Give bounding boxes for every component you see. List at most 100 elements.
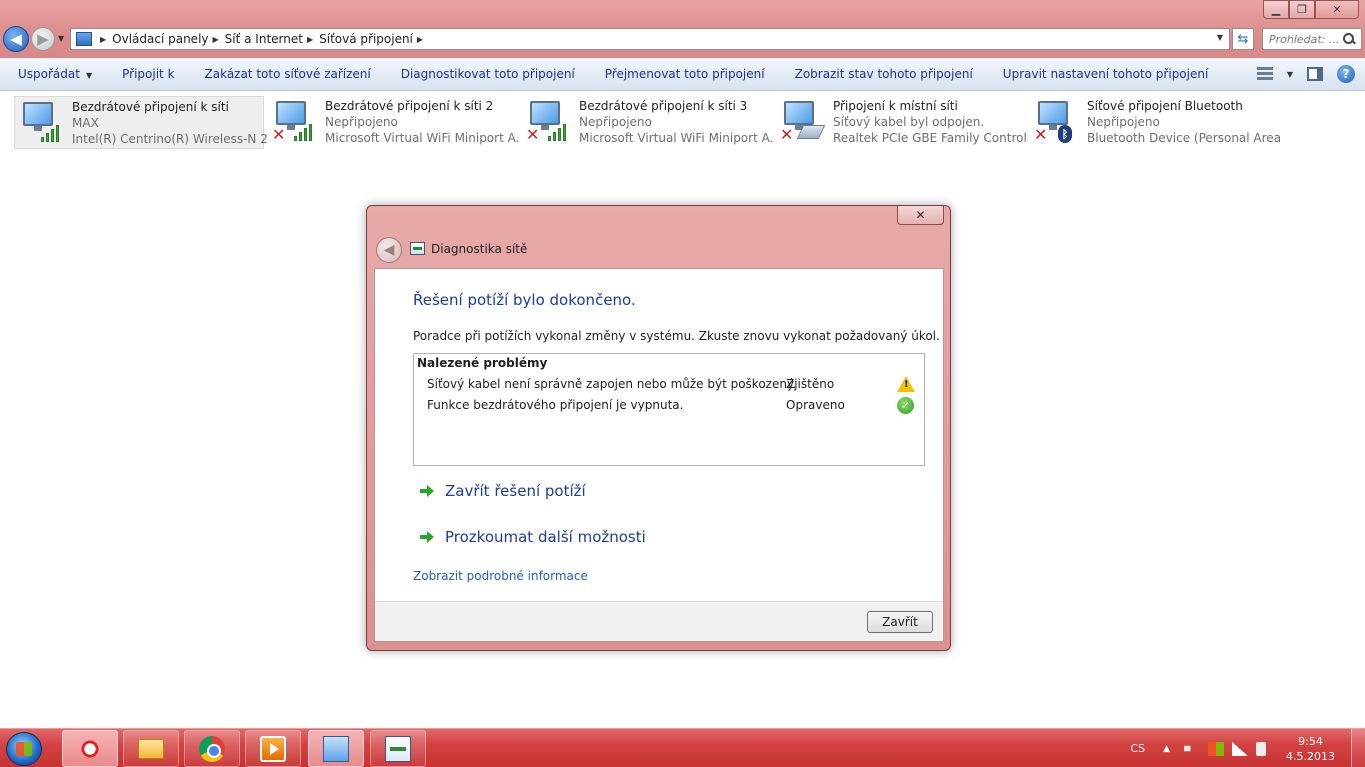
taskbar-explorer[interactable] bbox=[123, 730, 179, 767]
clock-time: 9:54 bbox=[1298, 734, 1323, 748]
connection-item-bluetooth[interactable]: ᛒ ✕ Síťové připojení Bluetooth Nepřipoje… bbox=[1030, 96, 1282, 149]
start-button[interactable] bbox=[6, 732, 42, 766]
organize-label: Uspořádat bbox=[18, 67, 80, 81]
taskbar-network-diagnostics[interactable] bbox=[370, 730, 426, 767]
network-icon[interactable] bbox=[1232, 741, 1249, 756]
green-arrow-icon bbox=[420, 485, 434, 497]
explorer-icon bbox=[138, 738, 164, 759]
chevron-down-icon[interactable]: ▼ bbox=[1217, 33, 1223, 42]
diagnose-connection-button[interactable]: Diagnostikovat toto připojení bbox=[386, 67, 590, 81]
problem-row: Funkce bezdrátového připojení je vypnuta… bbox=[427, 397, 922, 418]
window-titlebar: ▁ ❐ ✕ ◀ ▶ ▼ ▶ Ovládací panely ▶ Síť a In… bbox=[0, 0, 1365, 58]
speaker-icon[interactable] bbox=[1184, 741, 1197, 756]
views-icon[interactable] bbox=[1256, 67, 1273, 81]
clock-date: 4.5.2013 bbox=[1286, 749, 1335, 763]
breadcrumb-network-connections[interactable]: Síťová připojení bbox=[319, 32, 413, 46]
network-diagnostics-dialog: ✕ ◀ Diagnostika sítě Řešení potíží bylo … bbox=[366, 205, 951, 651]
network-diagnostics-icon bbox=[410, 242, 425, 255]
taskbar: CS ▲ 9:54 4.5.2013 bbox=[0, 728, 1365, 767]
disable-device-button[interactable]: Zakázat toto síťové zařízení bbox=[190, 67, 386, 81]
maximize-button[interactable]: ❐ bbox=[1289, 0, 1315, 19]
show-hidden-icons-button[interactable]: ▲ bbox=[1163, 744, 1170, 754]
chevron-right-icon[interactable]: ▶ bbox=[213, 35, 219, 44]
organize-menu[interactable]: Uspořádat ▼ bbox=[0, 67, 107, 81]
close-troubleshooter-label: Zavřít řešení potíží bbox=[445, 482, 586, 500]
connection-name: Síťové připojení Bluetooth bbox=[1087, 99, 1243, 113]
explore-options-label: Prozkoumat další možnosti bbox=[445, 528, 646, 546]
check-icon: ✓ bbox=[897, 397, 914, 414]
dialog-content: Řešení potíží bylo dokončeno. Poradce př… bbox=[374, 268, 944, 642]
problem-row: Síťový kabel není správně zapojen nebo m… bbox=[427, 376, 922, 397]
taskbar-snipping-tool[interactable] bbox=[62, 730, 118, 767]
wireless-icon: ✕ bbox=[272, 99, 314, 143]
connection-item-local-area[interactable]: ✕ Připojení k místní síti Síťový kabel b… bbox=[776, 96, 1028, 149]
search-input[interactable] bbox=[1269, 32, 1343, 46]
dialog-close-button[interactable]: ✕ bbox=[897, 206, 944, 225]
command-bar-tools: ▼ ? bbox=[1256, 65, 1355, 83]
connection-status: Síťový kabel byl odpojen. bbox=[833, 115, 985, 129]
chevron-right-icon[interactable]: ▶ bbox=[100, 35, 106, 44]
control-panel-icon bbox=[323, 735, 349, 762]
forward-button[interactable]: ▶ bbox=[31, 27, 55, 51]
rename-connection-button[interactable]: Přejmenovat toto připojení bbox=[590, 67, 780, 81]
connection-status: Nepřipojeno bbox=[579, 115, 652, 129]
breadcrumb-control-panel[interactable]: Ovládací panely bbox=[112, 32, 208, 46]
dialog-title: Diagnostika sítě bbox=[431, 242, 528, 256]
taskbar-control-panel[interactable] bbox=[308, 730, 364, 767]
chevron-down-icon[interactable]: ▼ bbox=[1287, 70, 1293, 79]
connection-name: Bezdrátové připojení k síti bbox=[72, 100, 229, 114]
address-bar[interactable]: ▶ Ovládací panely ▶ Síť a Internet ▶ Síť… bbox=[70, 28, 1230, 50]
close-troubleshooter-link[interactable]: Zavřít řešení potíží bbox=[420, 482, 586, 500]
dialog-back-button[interactable]: ◀ bbox=[376, 237, 402, 263]
warning-icon bbox=[897, 376, 915, 392]
window-controls: ▁ ❐ ✕ bbox=[1263, 0, 1359, 19]
refresh-icon: ⇆ bbox=[1237, 31, 1249, 47]
view-status-button[interactable]: Zobrazit stav tohoto připojení bbox=[780, 67, 988, 81]
taskbar-media-player[interactable] bbox=[245, 730, 301, 767]
chevron-right-icon[interactable]: ▶ bbox=[417, 35, 423, 44]
green-arrow-icon bbox=[420, 531, 434, 543]
wireless-icon bbox=[19, 100, 61, 144]
connection-status: Nepřipojeno bbox=[1087, 115, 1160, 129]
connection-item-wireless-2[interactable]: ✕ Bezdrátové připojení k síti 2 Nepřipoj… bbox=[268, 96, 520, 149]
close-button[interactable]: ✕ bbox=[1315, 0, 1359, 19]
system-tray: CS ▲ 9:54 4.5.2013 bbox=[1130, 729, 1365, 767]
problem-text: Síťový kabel není správně zapojen nebo m… bbox=[427, 377, 797, 391]
view-details-link[interactable]: Zobrazit podrobné informace bbox=[413, 569, 588, 583]
action-center-icon[interactable] bbox=[1208, 741, 1225, 756]
recent-pages-dropdown[interactable]: ▼ bbox=[58, 34, 64, 43]
preview-pane-icon[interactable] bbox=[1307, 67, 1323, 81]
control-panel-icon bbox=[76, 32, 92, 46]
chevron-down-icon: ▼ bbox=[85, 71, 93, 80]
close-dialog-button[interactable]: Zavřít bbox=[867, 611, 933, 633]
dialog-heading: Řešení potíží bylo dokončeno. bbox=[413, 291, 636, 309]
show-desktop-button[interactable] bbox=[1351, 729, 1365, 767]
search-box[interactable] bbox=[1262, 28, 1362, 50]
breadcrumb-network-internet[interactable]: Síť a Internet bbox=[225, 32, 303, 46]
explore-options-link[interactable]: Prozkoumat další možnosti bbox=[420, 528, 646, 546]
taskbar-chrome[interactable] bbox=[184, 730, 240, 767]
search-icon[interactable] bbox=[1343, 33, 1355, 45]
back-button[interactable]: ◀ bbox=[3, 26, 29, 52]
refresh-button[interactable]: ⇆ bbox=[1232, 28, 1254, 50]
language-indicator[interactable]: CS bbox=[1130, 742, 1145, 755]
battery-icon[interactable] bbox=[1256, 741, 1267, 756]
minimize-button[interactable]: ▁ bbox=[1263, 0, 1289, 19]
connect-to-button[interactable]: Připojit k bbox=[107, 67, 189, 81]
change-settings-button[interactable]: Upravit nastavení tohoto připojení bbox=[988, 67, 1224, 81]
connection-item-wireless[interactable]: Bezdrátové připojení k síti MAX Intel(R)… bbox=[14, 96, 267, 149]
ethernet-icon: ✕ bbox=[780, 99, 826, 143]
snipping-tool-icon bbox=[77, 735, 103, 762]
help-icon[interactable]: ? bbox=[1337, 65, 1355, 83]
problem-status: Zjištěno bbox=[786, 377, 835, 391]
clock[interactable]: 9:54 4.5.2013 bbox=[1286, 734, 1335, 764]
arrow-left-icon: ◀ bbox=[383, 242, 395, 258]
connection-item-wireless-3[interactable]: ✕ Bezdrátové připojení k síti 3 Nepřipoj… bbox=[522, 96, 774, 149]
connection-device: Realtek PCIe GBE Family Controller bbox=[833, 131, 1028, 145]
arrow-left-icon: ◀ bbox=[10, 30, 22, 48]
wireless-icon: ✕ bbox=[526, 99, 568, 143]
chevron-right-icon[interactable]: ▶ bbox=[307, 35, 313, 44]
connection-status: MAX bbox=[72, 116, 99, 130]
connection-device: Intel(R) Centrino(R) Wireless-N 22... bbox=[72, 132, 267, 146]
arrow-right-icon: ▶ bbox=[37, 30, 49, 48]
